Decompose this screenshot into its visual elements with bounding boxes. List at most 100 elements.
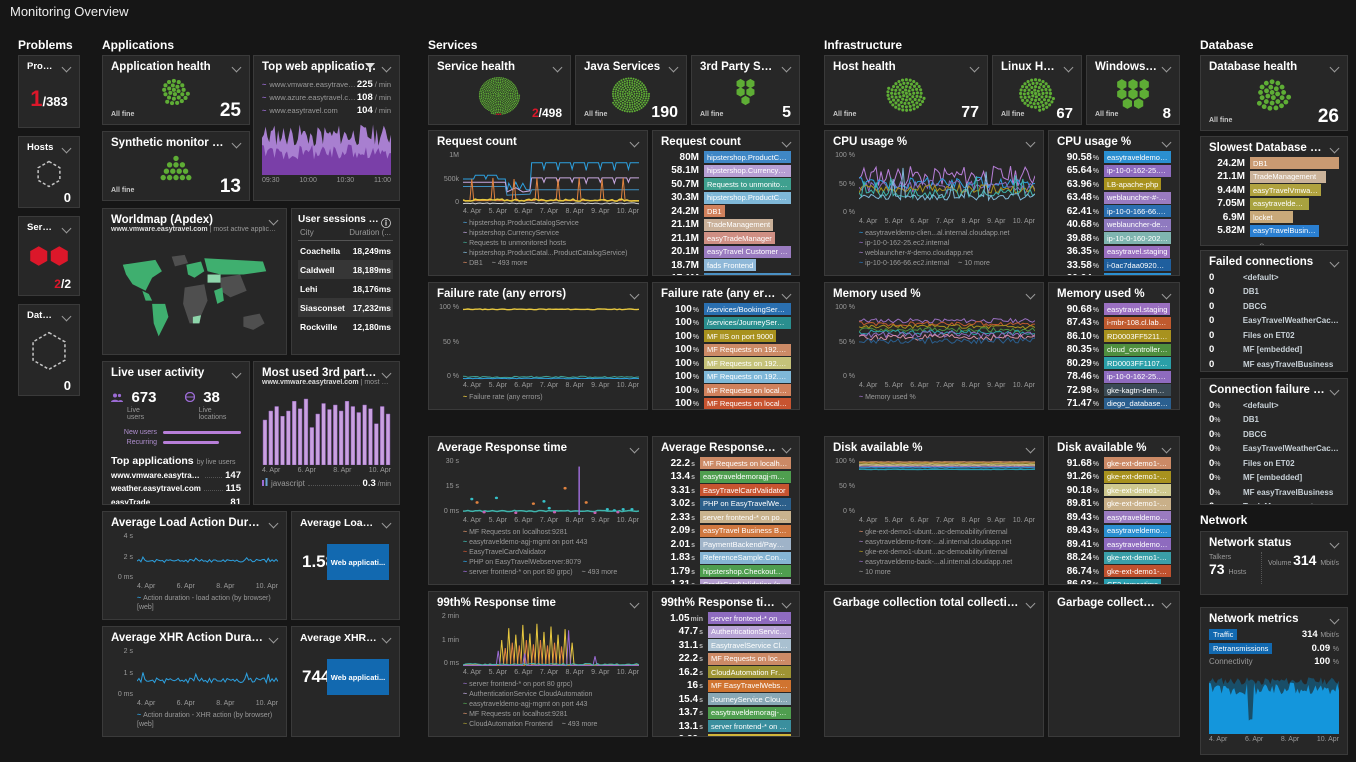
list-row[interactable]: 89.41%easytraveldemo-back...	[1057, 538, 1171, 550]
list-row[interactable]: 72.98%gke-kagtn-demo1-cus...	[1057, 384, 1171, 396]
legend-item[interactable]: ~MF Requests on localhost:9281	[463, 528, 568, 537]
list-row[interactable]: 0%EasyTravelWeatherCache	[1209, 443, 1339, 454]
avg-load-single-tile[interactable]: Average Load Ac... 1.58s Web applicati..…	[291, 511, 400, 620]
cpu-usage-chart-tile[interactable]: CPU usage % 100 %50 %0 %4. Apr5. Apr6. A…	[824, 130, 1044, 276]
list-row[interactable]: 9.29sangular*:80 CloudAutomation	[661, 734, 791, 738]
worldmap-tile[interactable]: Worldmap (Apdex) www.vmware.easytravel.c…	[102, 208, 287, 355]
list-row[interactable]: 13.7seasytraveldemoragj-mgmt o...	[661, 707, 791, 719]
avg-load-action-tile[interactable]: Average Load Action Duration 4 s2 s0 ms4…	[102, 511, 287, 620]
list-row[interactable]: 0%TradeManagement	[1209, 501, 1339, 505]
list-row[interactable]: 16sMF EasyTravelWebserver:9009	[661, 680, 791, 692]
gc-total-time-tile[interactable]: Garbage collection total collection time	[824, 591, 1044, 737]
legend-item[interactable]: ~ip-10-0-166-66.ec2.internal	[859, 259, 949, 268]
list-row[interactable]: 87.43%i-mbr-108.cl.lab.dynatr...	[1057, 317, 1171, 329]
list-row[interactable]: 5.82MeasyTravelBusiness CloudAuto...	[1209, 225, 1339, 237]
list-item[interactable]: easyTrade81	[111, 497, 241, 505]
databases-problems-tile[interactable]: Databa... 0	[18, 304, 80, 396]
list-row[interactable]: 36.35%easytravel.staging	[1057, 246, 1171, 258]
list-row[interactable]: 89.43%easytraveldemo-front...	[1057, 511, 1171, 523]
legend-item[interactable]: ~hipstershop.CurrencyService	[463, 229, 559, 238]
list-row[interactable]: 58.1Mhipstershop.CurrencyService	[661, 165, 791, 177]
legend-item[interactable]: ~493 more	[562, 720, 598, 729]
avg-xhr-action-tile[interactable]: Average XHR Action Duration 2 s1 s0 ms4.…	[102, 626, 287, 737]
list-row[interactable]: 100%MF Requests on localhost:8081	[661, 384, 791, 396]
list-row[interactable]: 100%/services/BookingService/ on p...	[661, 303, 791, 315]
memory-used-chart-tile[interactable]: Memory used % 100 %50 %0 %4. Apr5. Apr6.…	[824, 282, 1044, 410]
legend-item[interactable]: ~493 more	[582, 568, 618, 577]
list-row[interactable]: 71.47%diego_database/7e82...	[1057, 398, 1171, 410]
legend-item[interactable]: ~Requests to unmonitored hosts	[463, 239, 566, 248]
services-problems-tile[interactable]: Services 2/2	[18, 216, 80, 296]
list-row[interactable]: 1.83sReferenceSample.Controller.Azure	[661, 552, 791, 564]
list-item[interactable]: www.vmware.easytravel.com147	[111, 470, 241, 481]
legend-item[interactable]: ~MF Requests on localhost:9281	[463, 710, 568, 719]
list-item[interactable]: ~www.easytravel.com104/ min	[262, 105, 391, 116]
list-row[interactable]: 13.4seasytraveldemoragj-mgmt on ...	[661, 471, 791, 483]
legend-item[interactable]: ~AuthenticationService CloudAutomation	[463, 690, 592, 699]
list-row[interactable]: 0%MF [embedded]	[1209, 472, 1339, 483]
list-row[interactable]: 89.81%gke-ext-demo1-ubunt...	[1057, 498, 1171, 510]
list-row[interactable]: 0MF [embedded]	[1209, 344, 1339, 355]
database-health-tile[interactable]: Database health All fine 26	[1200, 55, 1348, 131]
problems-tile[interactable]: Problems 1/383	[18, 55, 80, 128]
legend-item[interactable]: ~Memory used %	[859, 393, 916, 402]
legend-item[interactable]: ~493 more	[492, 259, 528, 268]
legend-item[interactable]: ~gke-ext-demo1-ubunt...ac-demoability/in…	[859, 528, 1008, 537]
metric-row[interactable]: Connectivity100 %	[1209, 656, 1339, 667]
cpu-usage-list-tile[interactable]: CPU usage % 90.58%easytraveldemo-clien..…	[1048, 130, 1180, 276]
list-row[interactable]: 100%MF IIS on port 9000	[661, 330, 791, 342]
list-row[interactable]: 86.03%CF2-tomcatjms	[1057, 579, 1171, 586]
list-row[interactable]: 0%MF easyTravelBusiness	[1209, 487, 1339, 498]
list-row[interactable]: 33.58%i-0ac7daa0920d5910e	[1057, 259, 1171, 271]
request-count-list-tile[interactable]: Request count 80Mhipstershop.ProductCata…	[652, 130, 800, 276]
list-row[interactable]: 7.05Measytraveldemoragj-db	[1209, 198, 1339, 210]
list-row[interactable]: 0<default>	[1209, 272, 1339, 283]
info-icon[interactable]: ⓘ	[381, 215, 391, 230]
third-party-services-tile[interactable]: 3rd Party Services All fine 5	[691, 55, 800, 125]
table-row[interactable]: Lehi18,176ms	[298, 279, 393, 298]
list-row[interactable]: 2.01sPaymentBackend/PaymentReg...	[661, 538, 791, 550]
linux-hosts-tile[interactable]: Linux Hosts All fine 67	[992, 55, 1082, 125]
list-row[interactable]: 100%MF Requests on localhost:9285	[661, 398, 791, 410]
metric-row[interactable]: Retransmissions0.09 %	[1209, 643, 1339, 654]
host-health-tile[interactable]: Host health All fine 77	[824, 55, 988, 125]
network-metrics-tile[interactable]: Network metrics Traffic314 Mbit/sRetrans…	[1200, 607, 1348, 755]
legend-item[interactable]: ~Action duration - XHR action (by browse…	[137, 711, 278, 729]
list-row[interactable]: 30.3Mhipstershop.ProductCatalogSe...	[661, 192, 791, 204]
list-row[interactable]: 17.1Mhipstershop.CartService (grpc...	[661, 273, 791, 277]
legend-item[interactable]: ~Failure rate (any errors)	[463, 393, 543, 402]
list-row[interactable]: 3.31sEasyTravelCardValidator	[661, 484, 791, 496]
disk-available-list-tile[interactable]: Disk available % 91.68%gke-ext-demo1-ubu…	[1048, 436, 1180, 585]
most-used-3rd-parties-tile[interactable]: Most used 3rd parties www.vmware.easytra…	[253, 361, 400, 505]
list-row[interactable]: 100%/services/JourneyService/ on go...	[661, 317, 791, 329]
list-row[interactable]: 100%MF Requests on 192.168.83.245:70	[661, 371, 791, 383]
p99-response-chart-tile[interactable]: 99th% Response time 2 min1 min0 ms4. Apr…	[428, 591, 648, 737]
list-item[interactable]: ~www.vmware.easytravel.com225/ min	[262, 79, 391, 90]
top-web-applications-tile[interactable]: Top web applications ~www.vmware.easytra…	[253, 55, 400, 201]
table-row[interactable]: Rockville12,180ms	[298, 317, 393, 336]
connection-failure-tile[interactable]: Connection failure rate 0%<default>0%DB1…	[1200, 378, 1348, 505]
list-row[interactable]: 65.64%ip-10-0-162-25.ec2.int...	[1057, 165, 1171, 177]
list-row[interactable]: 0%DBCG	[1209, 429, 1339, 440]
list-row[interactable]: 80.29%RD0003FF110786	[1057, 357, 1171, 369]
list-row[interactable]: 90.18%gke-ext-demo1-ubunt...	[1057, 484, 1171, 496]
service-health-tile[interactable]: Service health 2/498	[428, 55, 571, 125]
list-row[interactable]: 15.4sJourneyService CloudAutom...	[661, 693, 791, 705]
user-sessions-tile[interactable]: User sessions qu... ⓘ CityDuration (...C…	[291, 208, 400, 355]
legend-item[interactable]: ~10 more	[859, 568, 891, 577]
list-row[interactable]: 0%DB1	[1209, 414, 1339, 425]
list-row[interactable]: 30.64%ip-10-0-168-115.ec2.int...	[1057, 273, 1171, 277]
list-row[interactable]: 2.09seasyTravel Business Backend	[661, 525, 791, 537]
web-application-badge[interactable]: Web applicati...	[327, 544, 389, 580]
legend-item[interactable]: ~easytraveldemo-front-...al.internal.clo…	[859, 538, 1011, 547]
list-row[interactable]: 100%MF Requests on 192.168.83.245:25	[661, 357, 791, 369]
filter-icon[interactable]	[365, 63, 375, 73]
list-row[interactable]: 91.68%gke-ext-demo1-ubunt...	[1057, 457, 1171, 469]
list-row[interactable]: 3.02sPHP on EasyTravelWebserver:8...	[661, 498, 791, 510]
list-row[interactable]: 21.1MeasyTradeManager	[661, 232, 791, 244]
list-row[interactable]: 88.24%gke-ext-demo1-ubunt...	[1057, 552, 1171, 564]
list-row[interactable]: 0MF easyTravelBusiness	[1209, 359, 1339, 370]
list-row[interactable]: 100%MF Requests on 192.168.83.245:21	[661, 344, 791, 356]
list-row[interactable]: 78.46%ip-10-0-162-25.ec2.int...	[1057, 371, 1171, 383]
list-row[interactable]: 9.44MeasyTravelVmware-Business	[1209, 184, 1339, 196]
